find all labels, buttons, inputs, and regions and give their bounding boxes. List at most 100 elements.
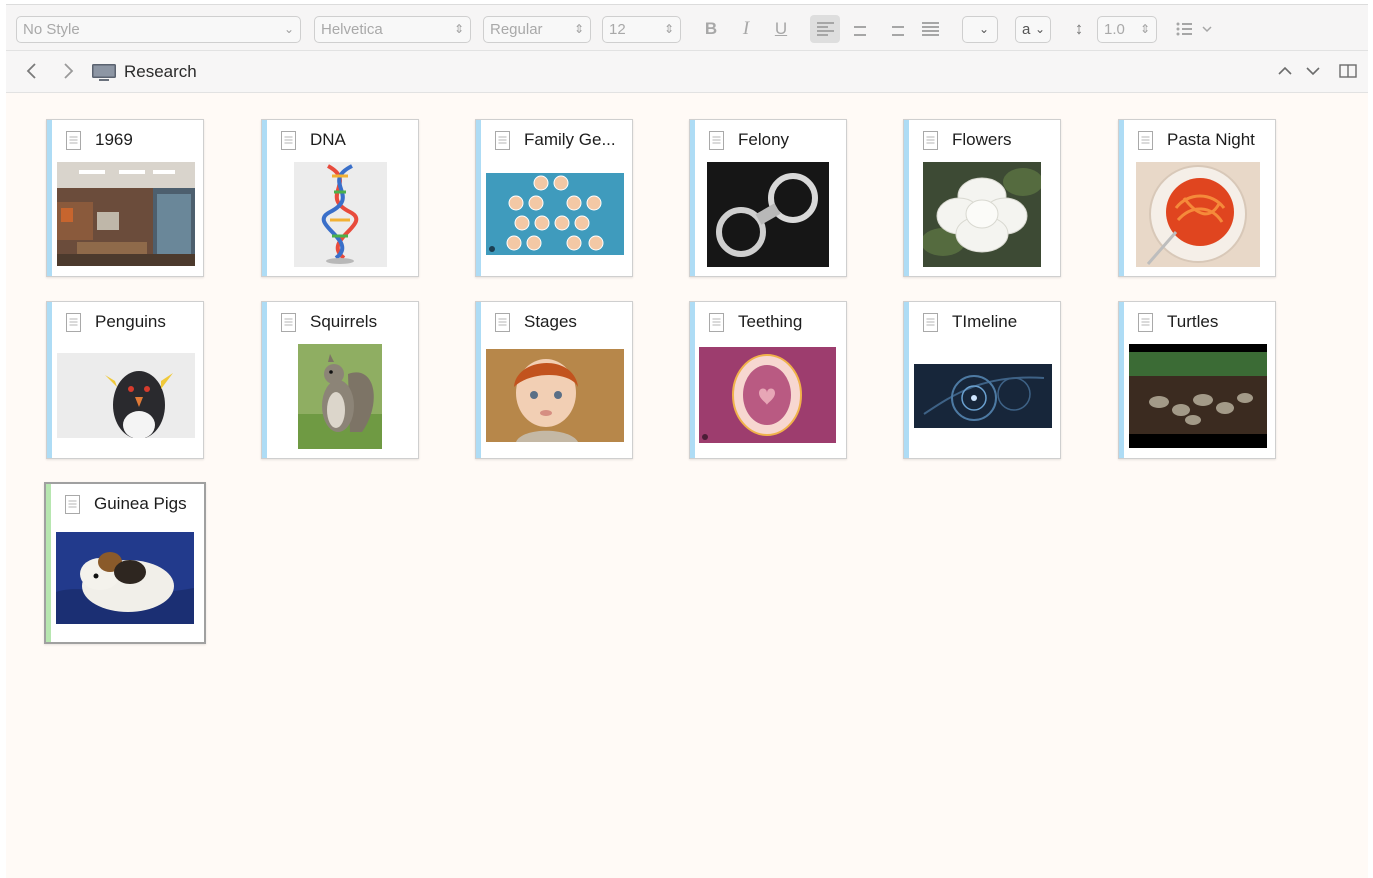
- document-card-flowers[interactable]: Flowers: [903, 119, 1061, 277]
- card-thumbnail-office: [57, 162, 195, 266]
- chevron-down-icon: ⌄: [978, 22, 989, 36]
- computer-icon: [92, 64, 116, 81]
- card-label-stripe: [47, 120, 52, 276]
- document-card-turtles[interactable]: Turtles: [1118, 301, 1276, 459]
- align-justify-button[interactable]: [915, 15, 945, 43]
- card-label-stripe: [476, 302, 481, 458]
- text-color-label: a: [1022, 21, 1031, 38]
- document-icon: [495, 313, 510, 332]
- document-icon: [281, 313, 296, 332]
- card-label-stripe: [47, 302, 52, 458]
- document-grid: 1969 DNA Family Ge... Felony Flowers Pas…: [6, 93, 1368, 878]
- card-thumbnail-dna: [294, 162, 387, 267]
- italic-label: I: [742, 18, 750, 39]
- card-title: 1969: [95, 130, 133, 149]
- align-center-button[interactable]: [845, 15, 875, 43]
- paragraph-style-value: No Style: [23, 21, 80, 38]
- chevron-down-icon: ⌄: [1034, 22, 1045, 36]
- card-label-stripe: [1119, 120, 1124, 276]
- up-down-arrows-icon: ⇕: [573, 22, 584, 36]
- card-title: Squirrels: [310, 312, 378, 331]
- card-title: Teething: [738, 312, 803, 331]
- card-label-stripe: [262, 120, 267, 276]
- document-icon: [1138, 313, 1153, 332]
- align-justify-icon: [921, 22, 939, 36]
- chevron-down-icon: ⌄: [283, 22, 294, 36]
- card-label-stripe: [904, 302, 909, 458]
- document-card-timeline[interactable]: TImeline: [903, 301, 1061, 459]
- card-title: Penguins: [95, 312, 166, 331]
- font-weight-select[interactable]: Regular ⇕: [483, 16, 591, 43]
- line-spacing-icon: ↕: [1074, 19, 1084, 38]
- card-label-stripe: [690, 302, 695, 458]
- next-item-button[interactable]: [1302, 59, 1324, 83]
- card-title: Guinea Pigs: [94, 494, 187, 513]
- toggle-sidebar-button[interactable]: [1337, 59, 1359, 83]
- paragraph-style-select[interactable]: No Style ⌄: [16, 16, 301, 43]
- align-left-button[interactable]: [810, 15, 840, 43]
- document-icon: [923, 131, 938, 150]
- font-family-value: Helvetica: [321, 21, 383, 38]
- path-bar: Research: [6, 50, 1368, 93]
- chevron-down-icon: [1306, 67, 1320, 76]
- back-button[interactable]: [20, 59, 44, 83]
- path-title: Research: [124, 62, 197, 81]
- document-icon: [65, 495, 80, 514]
- document-card-family-genealogy[interactable]: Family Ge...: [475, 119, 633, 277]
- document-card-dna[interactable]: DNA: [261, 119, 419, 277]
- document-icon: [709, 131, 724, 150]
- card-thumbnail-child: [486, 349, 624, 442]
- align-right-icon: [887, 22, 904, 36]
- card-thumbnail-clock-spiral: [914, 364, 1052, 428]
- chevron-right-icon: [64, 63, 74, 79]
- sidebar-icon: [1339, 64, 1357, 78]
- card-thumbnail-guinea-pig: [56, 532, 194, 624]
- card-title: Felony: [738, 130, 790, 149]
- card-label-stripe: [262, 302, 267, 458]
- format-toolbar: No Style ⌄ Helvetica ⇕ Regular ⇕ 12 ⇕ B …: [6, 4, 1368, 50]
- up-down-arrows-icon: ⇕: [453, 22, 464, 36]
- up-down-arrows-icon: ⇕: [663, 22, 674, 36]
- card-thumbnail-teeth-chart: [699, 347, 836, 443]
- bold-button[interactable]: B: [696, 15, 726, 43]
- document-icon: [709, 313, 724, 332]
- text-highlight-select[interactable]: ⌄: [962, 16, 998, 43]
- document-card-teething[interactable]: Teething: [689, 301, 847, 459]
- document-card-felony[interactable]: Felony: [689, 119, 847, 277]
- card-title: DNA: [310, 130, 346, 149]
- document-icon: [281, 131, 296, 150]
- font-family-select[interactable]: Helvetica ⇕: [314, 16, 471, 43]
- card-title: Pasta Night: [1167, 130, 1255, 149]
- forward-button[interactable]: [56, 59, 80, 83]
- chevron-left-icon: [26, 63, 36, 79]
- align-right-button[interactable]: [880, 15, 910, 43]
- card-label-stripe: [46, 484, 51, 642]
- document-card-1969[interactable]: 1969: [46, 119, 204, 277]
- bold-label: B: [704, 19, 718, 38]
- align-left-icon: [816, 22, 834, 36]
- underline-button[interactable]: U: [766, 15, 796, 43]
- card-thumbnail-penguin: [57, 353, 195, 438]
- chevron-up-icon: [1278, 66, 1292, 75]
- text-color-select[interactable]: a ⌄: [1015, 16, 1051, 43]
- card-thumbnail-turtles: [1129, 344, 1267, 448]
- previous-item-button[interactable]: [1274, 59, 1296, 83]
- document-icon: [66, 131, 81, 150]
- card-label-stripe: [476, 120, 481, 276]
- up-down-arrows-icon: ⇕: [1139, 22, 1150, 36]
- line-spacing-select[interactable]: 1.0 ⇕: [1097, 16, 1157, 43]
- italic-button[interactable]: I: [731, 15, 761, 43]
- list-style-button[interactable]: [1174, 15, 1218, 43]
- card-thumbnail-family-tree: [486, 173, 624, 255]
- card-title: Family Ge...: [524, 130, 616, 149]
- document-card-squirrels[interactable]: Squirrels: [261, 301, 419, 459]
- document-card-stages[interactable]: Stages: [475, 301, 633, 459]
- document-card-guinea-pigs[interactable]: Guinea Pigs: [44, 482, 206, 644]
- underline-label: U: [774, 19, 788, 38]
- card-thumbnail-handcuffs: [707, 162, 829, 267]
- card-label-stripe: [1119, 302, 1124, 458]
- document-card-pasta-night[interactable]: Pasta Night: [1118, 119, 1276, 277]
- document-icon: [495, 131, 510, 150]
- font-size-select[interactable]: 12 ⇕: [602, 16, 681, 43]
- document-card-penguins[interactable]: Penguins: [46, 301, 204, 459]
